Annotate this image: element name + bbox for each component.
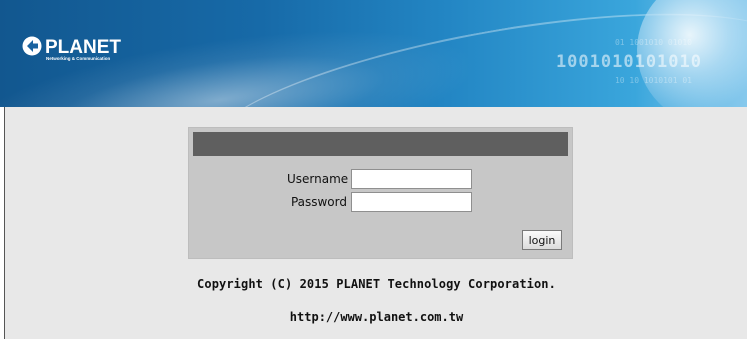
password-label: Password [290,195,347,209]
login-panel: Username Password login [188,127,573,259]
login-panel-titlebar [193,132,568,156]
main-content: Username Password login Copyright (C) 20… [4,107,747,339]
planet-logo: PLANET Networking & Communication [21,34,131,66]
login-button[interactable]: login [522,230,562,250]
username-input[interactable] [351,169,472,189]
username-label: Username [287,172,349,186]
header-banner: 01 1001010 01010 1001010101010 10 10 101… [0,0,747,107]
login-page: 01 1001010 01010 1001010101010 10 10 101… [0,0,747,339]
brand-text: PLANET [45,37,121,58]
binary-text-bottom: 10 10 1010101 01 [614,76,692,85]
binary-text-top: 01 1001010 01010 [614,38,692,47]
website-url: http://www.planet.com.tw [289,310,464,324]
brand-tagline: Networking & Communication [46,56,111,61]
binary-text-main: 1001010101010 [555,52,702,72]
copyright-text: Copyright (C) 2015 PLANET Technology Cor… [197,277,556,291]
password-input[interactable] [351,192,472,212]
planet-logo-icon: PLANET [22,36,121,58]
